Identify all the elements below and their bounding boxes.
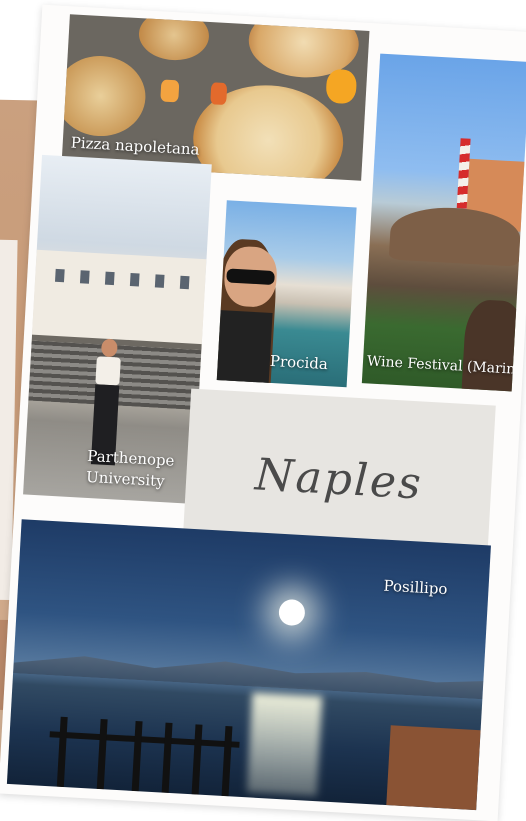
- photo-pizza: Pizza napoletana: [61, 14, 370, 181]
- person-shape: [461, 298, 526, 392]
- railing-post: [131, 720, 143, 792]
- window: [154, 274, 165, 288]
- caption-university-line2: University: [85, 467, 166, 491]
- railing-post: [56, 716, 68, 788]
- photo-posillipo: Posillipo: [6, 519, 491, 811]
- photo-procida: Procida: [216, 200, 357, 388]
- pizza-shape: [137, 14, 211, 62]
- sun: [278, 598, 306, 627]
- pizza-shape: [61, 53, 148, 139]
- person-head: [100, 338, 118, 358]
- railing: [49, 731, 240, 748]
- railing-post: [191, 724, 203, 795]
- hills: [13, 647, 484, 699]
- house-shape: [386, 725, 481, 811]
- drink-glass: [210, 82, 228, 106]
- person-top: [95, 356, 121, 386]
- window: [79, 270, 90, 284]
- railing-post: [221, 726, 233, 797]
- railing-post: [161, 722, 173, 793]
- caption-procida: Procida: [269, 351, 329, 374]
- caption-posillipo: Posillipo: [383, 576, 448, 599]
- window: [104, 271, 115, 286]
- photo-wine-festival: Wine Festival (Marino): [361, 53, 526, 392]
- photo-university: Parthenope University: [23, 154, 212, 504]
- university-building: [31, 249, 207, 351]
- window: [129, 273, 140, 287]
- sun-reflection: [246, 692, 323, 797]
- drink-glass: [325, 68, 358, 105]
- sunglasses: [226, 268, 275, 286]
- window: [179, 275, 190, 290]
- collage-card: Pizza napoletana Wine Festival (Marino) …: [0, 4, 526, 821]
- shirt-shape: [216, 310, 273, 388]
- window: [54, 268, 65, 283]
- drink-glass: [160, 79, 180, 103]
- caption-pizza: Pizza napoletana: [70, 133, 200, 159]
- railing-post: [96, 719, 108, 790]
